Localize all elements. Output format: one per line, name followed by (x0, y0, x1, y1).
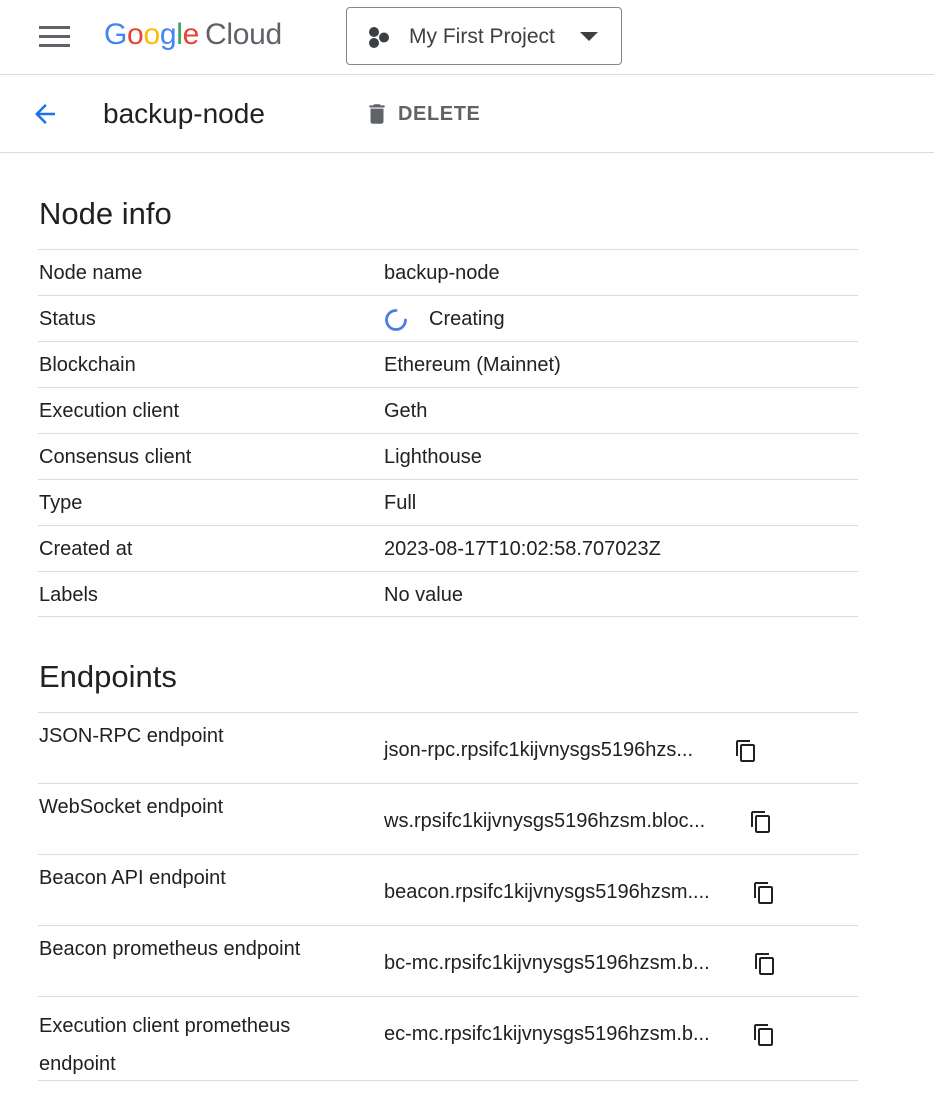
endpoint-url[interactable]: bc-mc.rpsifc1kijvnysgs5196hzsm.b... (384, 950, 710, 976)
row-value: Lighthouse (384, 446, 482, 468)
loading-spinner-icon (385, 309, 407, 331)
copy-icon[interactable] (734, 738, 758, 764)
row-label: Beacon prometheus endpoint (39, 938, 301, 960)
copy-icon[interactable] (753, 951, 777, 977)
row-label: JSON-RPC endpoint (39, 725, 224, 747)
table-row: Created at 2023-08-17T10:02:58.707023Z (38, 525, 858, 571)
top-app-bar: Google Cloud My First Project (0, 0, 934, 75)
row-label: Consensus client (39, 446, 192, 468)
row-value: Geth (384, 400, 428, 422)
copy-icon[interactable] (752, 880, 776, 906)
arrow-back-icon[interactable] (30, 99, 60, 129)
row-value: Full (384, 492, 417, 514)
table-row: Labels No value (38, 571, 858, 617)
delete-label: DELETE (398, 103, 481, 125)
project-hexagon-icon (369, 27, 389, 48)
endpoint-url[interactable]: beacon.rpsifc1kijvnysgs5196hzsm.... (384, 879, 710, 905)
row-value: Ethereum (Mainnet) (384, 354, 561, 376)
row-label: Beacon API endpoint (39, 867, 226, 889)
row-label: Type (39, 492, 83, 514)
row-value: 2023-08-17T10:02:58.707023Z (384, 538, 661, 560)
row-label: Status (39, 308, 96, 330)
node-info-heading: Node info (39, 196, 172, 231)
row-value: backup-node (384, 262, 500, 284)
endpoints-heading: Endpoints (39, 659, 177, 694)
hamburger-menu-icon[interactable] (39, 26, 70, 48)
project-name: My First Project (409, 25, 555, 48)
table-row: Status Creating (38, 295, 858, 341)
row-label: Node name (39, 262, 143, 284)
trash-icon (369, 104, 385, 124)
copy-icon[interactable] (749, 809, 773, 835)
status-value: Creating (429, 308, 505, 330)
table-row: Type Full (38, 479, 858, 525)
table-row: Blockchain Ethereum (Mainnet) (38, 341, 858, 387)
endpoint-url[interactable]: json-rpc.rpsifc1kijvnysgs5196hzs... (384, 737, 693, 763)
table-row: Beacon prometheus endpoint bc-mc.rpsifc1… (38, 925, 858, 996)
copy-icon[interactable] (752, 1022, 776, 1048)
table-row: Execution client prometheus endpoint ec-… (38, 996, 858, 1081)
node-info-table: Node name backup-node Status Creating Bl… (38, 249, 858, 617)
endpoints-table: JSON-RPC endpoint json-rpc.rpsifc1kijvny… (38, 712, 858, 1081)
endpoint-url[interactable]: ec-mc.rpsifc1kijvnysgs5196hzsm.b... (384, 1021, 710, 1047)
row-label: WebSocket endpoint (39, 796, 224, 818)
project-picker-button[interactable]: My First Project (346, 7, 622, 65)
google-cloud-logo[interactable]: Google Cloud (104, 15, 282, 55)
table-row: Beacon API endpoint beacon.rpsifc1kijvny… (38, 854, 858, 925)
table-row: Consensus client Lighthouse (38, 433, 858, 479)
table-row: WebSocket endpoint ws.rpsifc1kijvnysgs51… (38, 783, 858, 854)
table-row: JSON-RPC endpoint json-rpc.rpsifc1kijvny… (38, 712, 858, 783)
row-value: No value (384, 584, 463, 606)
page-header: backup-node DELETE (0, 75, 934, 153)
caret-down-icon (580, 32, 598, 41)
row-label: Execution client (39, 400, 180, 422)
table-row: Execution client Geth (38, 387, 858, 433)
page-title: backup-node (103, 98, 265, 129)
row-label: Created at (39, 538, 133, 560)
table-row: Node name backup-node (38, 249, 858, 295)
row-label: Execution client prometheus endpoint (39, 1015, 291, 1075)
endpoint-url[interactable]: ws.rpsifc1kijvnysgs5196hzsm.bloc... (384, 808, 705, 834)
row-label: Blockchain (39, 354, 136, 376)
row-label: Labels (39, 584, 98, 606)
